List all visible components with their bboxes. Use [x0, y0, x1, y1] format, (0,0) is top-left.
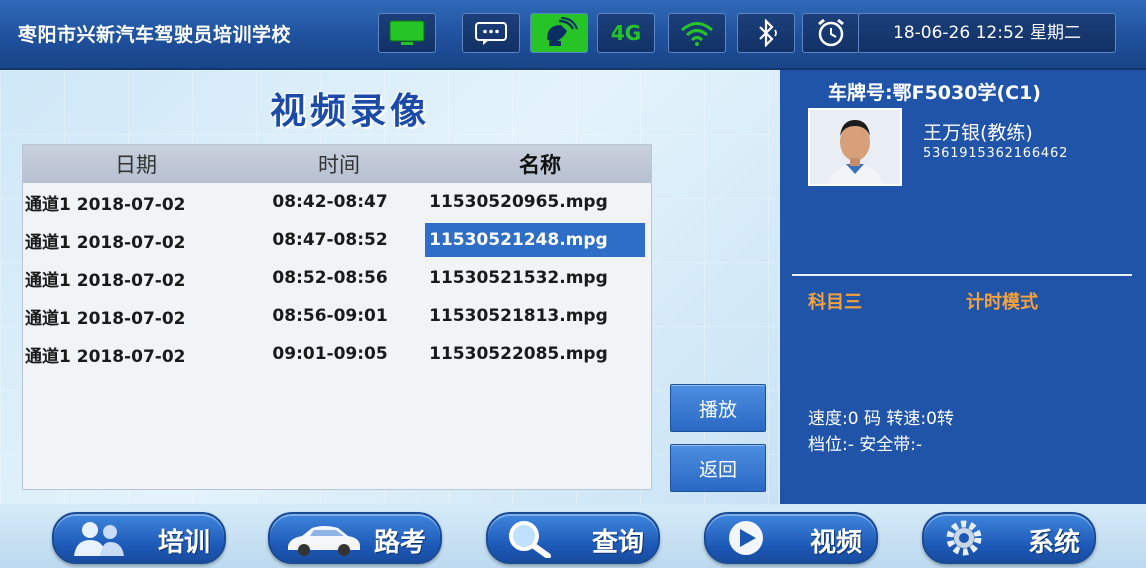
row-time: 08:42-08:47 [272, 192, 388, 212]
page-title: 视频录像 [270, 91, 431, 132]
table-row[interactable]: 通道1 2018-07-02 08:42-08:47 11530520965.m… [23, 184, 651, 220]
message-icon[interactable] [462, 13, 520, 53]
video-table: 日期 时间 名称 通道1 2018-07-02 08:42-08:47 1153… [22, 144, 652, 490]
table-header: 日期 时间 名称 [23, 145, 651, 183]
nav-query-label: 查询 [591, 528, 644, 558]
alarm-clock-icon[interactable] [802, 13, 860, 53]
gear-readout: 档位:- 安全带:- [808, 435, 923, 455]
4g-label: 4G [610, 21, 642, 45]
speed-readout: 速度:0 码 转速:0转 [808, 409, 954, 429]
video-panel: 视频录像 日期 时间 名称 通道1 2018-07-02 08:42-08:47… [0, 70, 778, 504]
row-filename: 11530521813.mpg [429, 306, 608, 326]
nav-training-label: 培训 [157, 528, 210, 558]
row-time: 09:01-09:05 [272, 344, 388, 364]
row-date: 通道1 2018-07-02 [25, 232, 186, 253]
nav-road-test-label: 路考 [373, 528, 426, 558]
row-date: 通道1 2018-07-02 [25, 270, 186, 291]
vehicle-info-panel: 车牌号:鄂F5030学(C1) 王万银(教练) 5361915362166462… [780, 70, 1146, 504]
datetime-display: 18-06-26 12:52 星期二 [858, 13, 1116, 53]
row-time: 08:52-08:56 [272, 268, 388, 288]
table-row[interactable]: 通道1 2018-07-02 08:52-08:56 11530521532.m… [23, 260, 651, 296]
4g-icon[interactable]: 4G [597, 13, 655, 53]
plate-number: 车牌号:鄂F5030学(C1) [828, 82, 1041, 104]
nav-video-button[interactable]: 视频 [704, 512, 878, 564]
column-name: 名称 [519, 153, 561, 177]
gear-icon [938, 518, 998, 562]
row-time: 08:56-09:01 [272, 306, 388, 326]
back-button[interactable]: 返回 [670, 444, 766, 492]
table-row[interactable]: 通道1 2018-07-02 09:01-09:05 11530522085.m… [23, 336, 651, 372]
row-filename-selected: 11530521248.mpg [425, 223, 645, 257]
monitor-icon[interactable] [378, 13, 436, 53]
school-name: 枣阳市兴新汽车驾驶员培训学校 [18, 24, 292, 46]
play-icon [720, 518, 780, 562]
row-date: 通道1 2018-07-02 [25, 346, 186, 367]
nav-system-label: 系统 [1027, 528, 1080, 558]
subject-label: 科目三 [808, 292, 862, 313]
coach-photo [808, 108, 902, 186]
row-time: 08:47-08:52 [272, 230, 388, 250]
nav-video-label: 视频 [809, 528, 862, 558]
column-date: 日期 [115, 153, 157, 177]
nav-road-test-button[interactable]: 路考 [268, 512, 442, 564]
magnifier-icon [502, 518, 562, 562]
mode-label: 计时模式 [966, 292, 1038, 313]
coach-name: 王万银(教练) [923, 122, 1033, 144]
bottom-nav: 培训 路考 查询 视频 系统 [0, 504, 1146, 568]
play-button[interactable]: 播放 [670, 384, 766, 432]
car-icon [284, 518, 364, 562]
users-icon [68, 518, 138, 562]
row-filename: 11530520965.mpg [429, 192, 608, 212]
row-date: 通道1 2018-07-02 [25, 308, 186, 329]
column-time: 时间 [318, 153, 360, 177]
header-bar: 枣阳市兴新汽车驾驶员培训学校 4G 18-06-26 12:52 星期二 [0, 0, 1146, 70]
table-row[interactable]: 通道1 2018-07-02 08:56-09:01 11530521813.m… [23, 298, 651, 334]
wifi-icon[interactable] [668, 13, 726, 53]
nav-system-button[interactable]: 系统 [922, 512, 1096, 564]
row-date: 通道1 2018-07-02 [25, 194, 186, 215]
bluetooth-icon[interactable] [737, 13, 795, 53]
table-row[interactable]: 通道1 2018-07-02 08:47-08:52 11530521248.m… [23, 222, 651, 258]
row-filename: 11530522085.mpg [429, 344, 608, 364]
nav-query-button[interactable]: 查询 [486, 512, 660, 564]
nav-training-button[interactable]: 培训 [52, 512, 226, 564]
coach-id: 5361915362166462 [923, 146, 1069, 161]
satellite-icon[interactable] [530, 13, 588, 53]
row-filename: 11530521532.mpg [429, 268, 608, 288]
divider [792, 274, 1132, 276]
